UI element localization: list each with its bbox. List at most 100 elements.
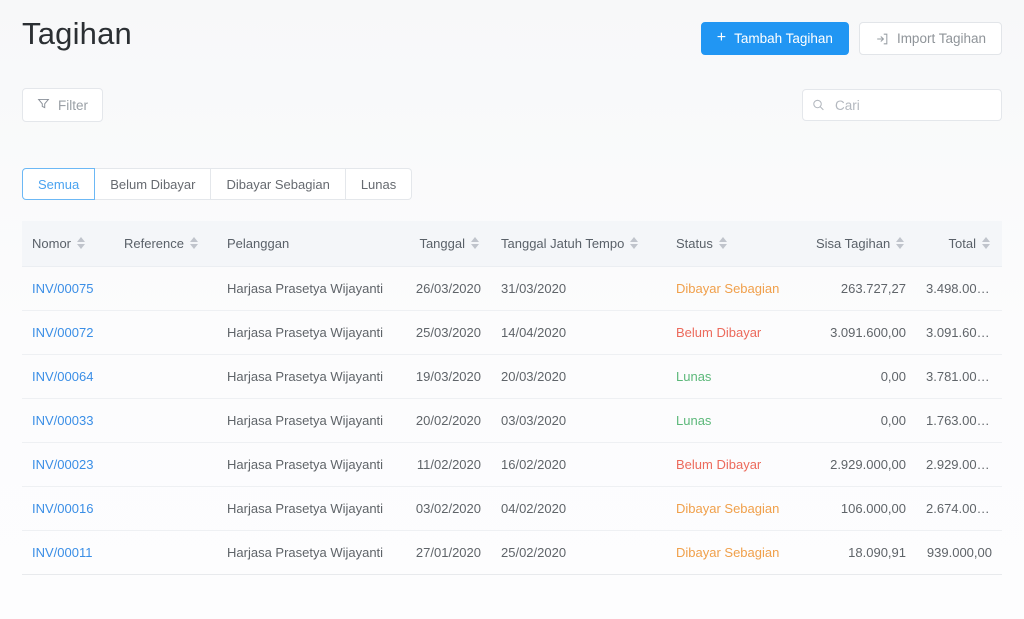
column-header-tanggal[interactable]: Tanggal xyxy=(403,221,491,267)
cell-status: Lunas xyxy=(666,398,806,443)
invoice-link[interactable]: INV/00011 xyxy=(32,545,92,560)
table-head: Nomor Reference Pelanggan Tanggal Tanggal Ja… xyxy=(22,221,1002,267)
cell-reference xyxy=(114,442,217,487)
column-header-label: Status xyxy=(676,235,713,251)
cell-tanggal: 20/02/2020 xyxy=(403,398,491,443)
import-tagihan-button[interactable]: Import Tagihan xyxy=(858,22,1002,55)
cell-pelanggan: Harjasa Prasetya Wijayanti xyxy=(217,486,403,531)
column-header-status[interactable]: Status xyxy=(666,221,806,267)
cell-sisa-tagihan: 263.727,27 xyxy=(806,266,916,311)
cell-pelanggan: Harjasa Prasetya Wijayanti xyxy=(217,530,403,575)
sort-caret-icon[interactable] xyxy=(630,237,640,250)
cell-total: 2.929.000,00 xyxy=(916,442,1002,487)
add-tagihan-label: Tambah Tagihan xyxy=(734,30,833,46)
cell-reference xyxy=(114,486,217,531)
cell-reference xyxy=(114,398,217,443)
tagihan-table: Nomor Reference Pelanggan Tanggal Tanggal Ja… xyxy=(22,221,1002,575)
table-row[interactable]: INV/00064 Harjasa Prasetya Wijayanti 19/03… xyxy=(22,354,1002,399)
cell-tanggal: 25/03/2020 xyxy=(403,310,491,355)
invoice-link[interactable]: INV/00064 xyxy=(32,369,93,384)
tab-label: Dibayar Sebagian xyxy=(226,176,330,192)
column-header-tanggal-jatuh-tempo[interactable]: Tanggal Jatuh Tempo xyxy=(491,221,666,267)
add-tagihan-button[interactable]: + Tambah Tagihan xyxy=(700,22,849,55)
cell-pelanggan: Harjasa Prasetya Wijayanti xyxy=(217,442,403,487)
tab-belum-dibayar[interactable]: Belum Dibayar xyxy=(95,168,212,200)
sort-caret-icon[interactable] xyxy=(189,237,200,250)
tab-lunas[interactable]: Lunas xyxy=(345,168,413,200)
cell-status: Dibayar Sebagian xyxy=(666,266,806,311)
column-header-nomor[interactable]: Nomor xyxy=(22,221,114,267)
column-header-label: Tanggal xyxy=(419,235,465,251)
status-badge: Belum Dibayar xyxy=(676,456,762,472)
cell-sisa-tagihan: 106.000,00 xyxy=(806,486,916,531)
table-header-row: Nomor Reference Pelanggan Tanggal Tanggal Ja… xyxy=(22,221,1002,267)
column-header-inner: Reference xyxy=(124,236,200,251)
column-header-inner: Status xyxy=(676,236,729,251)
table-row[interactable]: INV/00033 Harjasa Prasetya Wijayanti 20/02… xyxy=(22,398,1002,443)
status-badge: Dibayar Sebagian xyxy=(676,544,780,560)
cell-pelanggan: Harjasa Prasetya Wijayanti xyxy=(217,354,403,399)
cell-tanggal-jatuh-tempo: 16/02/2020 xyxy=(491,442,666,487)
invoice-link[interactable]: INV/00016 xyxy=(32,501,93,516)
column-header-inner: Pelanggan xyxy=(227,236,289,251)
cell-tanggal-jatuh-tempo: 25/02/2020 xyxy=(491,530,666,575)
cell-tanggal: 27/01/2020 xyxy=(403,530,491,575)
status-badge: Belum Dibayar xyxy=(676,324,762,340)
filter-button[interactable]: Filter xyxy=(22,88,103,122)
tab-dibayar-sebagian[interactable]: Dibayar Sebagian xyxy=(211,168,346,200)
invoice-link[interactable]: INV/00033 xyxy=(32,413,93,428)
tab-semua[interactable]: Semua xyxy=(22,168,96,200)
cell-nomor[interactable]: INV/00016 xyxy=(22,486,114,531)
sort-caret-icon[interactable] xyxy=(896,237,906,250)
cell-total: 1.763.000,00 xyxy=(916,398,1002,443)
tab-label: Lunas xyxy=(360,176,397,192)
cell-status: Lunas xyxy=(666,354,806,399)
funnel-icon xyxy=(37,97,50,113)
tab-label: Belum Dibayar xyxy=(110,176,196,192)
cell-nomor[interactable]: INV/00011 xyxy=(22,530,114,575)
invoice-link[interactable]: INV/00075 xyxy=(32,281,93,296)
cell-tanggal: 11/02/2020 xyxy=(403,442,491,487)
column-header-reference[interactable]: Reference xyxy=(114,221,217,267)
sort-caret-icon[interactable] xyxy=(77,237,87,250)
cell-reference xyxy=(114,310,217,355)
tagihan-page: Tagihan + Tambah Tagihan Import Tagihan xyxy=(0,0,1024,619)
status-badge: Lunas xyxy=(676,368,712,384)
status-filter-tabs: Semua Belum Dibayar Dibayar Sebagian Lunas xyxy=(22,168,413,200)
cell-nomor[interactable]: INV/00033 xyxy=(22,398,114,443)
cell-sisa-tagihan: 0,00 xyxy=(806,354,916,399)
table-row[interactable]: INV/00016 Harjasa Prasetya Wijayanti 03/02… xyxy=(22,486,1002,531)
table-row[interactable]: INV/00011 Harjasa Prasetya Wijayanti 27/01… xyxy=(22,530,1002,575)
invoice-link[interactable]: INV/00072 xyxy=(32,325,93,340)
import-icon xyxy=(875,32,889,46)
sort-caret-icon[interactable] xyxy=(718,237,729,250)
cell-reference xyxy=(114,266,217,311)
filter-toolbar: Filter xyxy=(22,88,1002,122)
column-header-inner: Tanggal xyxy=(419,236,481,251)
search-input[interactable] xyxy=(802,89,1002,121)
cell-tanggal: 03/02/2020 xyxy=(403,486,491,531)
sort-caret-icon[interactable] xyxy=(982,237,992,250)
filter-label: Filter xyxy=(58,97,88,113)
cell-sisa-tagihan: 2.929.000,00 xyxy=(806,442,916,487)
cell-status: Belum Dibayar xyxy=(666,442,806,487)
table-row[interactable]: INV/00072 Harjasa Prasetya Wijayanti 25/03… xyxy=(22,310,1002,355)
sort-caret-icon[interactable] xyxy=(471,237,481,250)
column-header-label: Sisa Tagihan xyxy=(816,235,891,251)
column-header-label: Tanggal Jatuh Tempo xyxy=(501,235,625,251)
cell-pelanggan: Harjasa Prasetya Wijayanti xyxy=(217,266,403,311)
status-badge: Lunas xyxy=(676,412,712,428)
cell-nomor[interactable]: INV/00072 xyxy=(22,310,114,355)
cell-nomor[interactable]: INV/00023 xyxy=(22,442,114,487)
cell-tanggal-jatuh-tempo: 03/03/2020 xyxy=(491,398,666,443)
cell-pelanggan: Harjasa Prasetya Wijayanti xyxy=(217,310,403,355)
table-row[interactable]: INV/00075 Harjasa Prasetya Wijayanti 26/03… xyxy=(22,266,1002,311)
invoice-link[interactable]: INV/00023 xyxy=(32,457,93,472)
column-header-label: Pelanggan xyxy=(227,235,290,251)
cell-nomor[interactable]: INV/00064 xyxy=(22,354,114,399)
column-header-pelanggan: Pelanggan xyxy=(217,221,403,267)
cell-nomor[interactable]: INV/00075 xyxy=(22,266,114,311)
column-header-sisa-tagihan[interactable]: Sisa Tagihan xyxy=(806,221,916,267)
table-row[interactable]: INV/00023 Harjasa Prasetya Wijayanti 11/02… xyxy=(22,442,1002,487)
column-header-total[interactable]: Total xyxy=(916,221,1002,267)
